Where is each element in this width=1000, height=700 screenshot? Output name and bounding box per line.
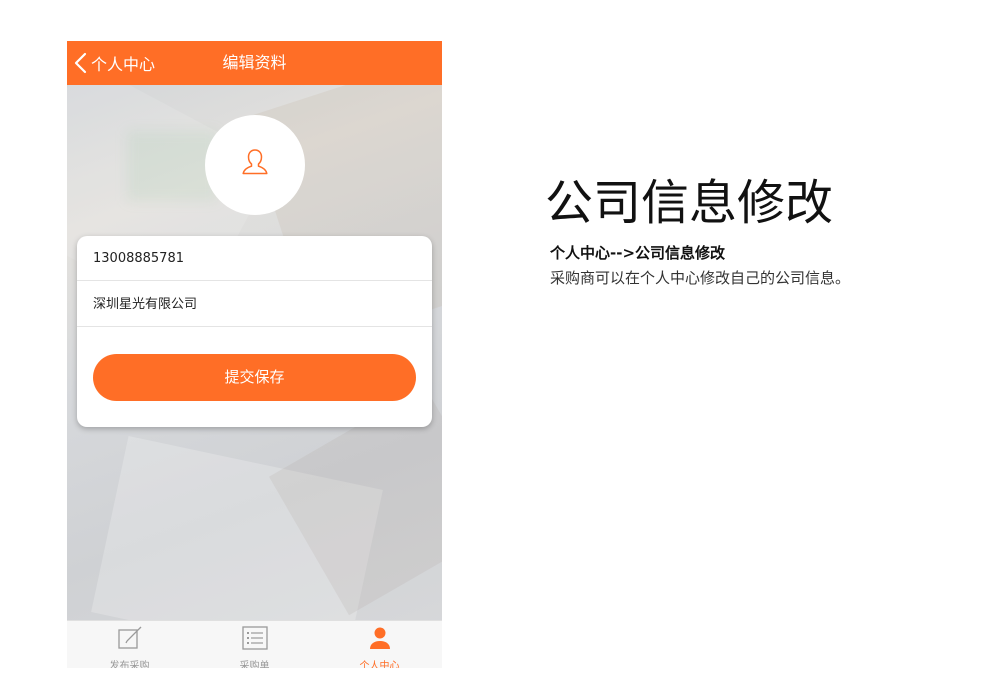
description-title: 公司信息修改: [545, 175, 834, 231]
back-button[interactable]: 个人中心: [73, 41, 155, 85]
company-info-form: 13008885781 深圳星光有限公司 提交保存: [77, 236, 432, 427]
user-filled-icon: [367, 626, 393, 654]
phone-screen: 个人中心 编辑资料 13008885781 深圳星光有限公司 提交保存 发布采购: [67, 41, 442, 668]
chevron-left-icon: [73, 52, 89, 74]
tab-purchase-list[interactable]: 采购单: [192, 621, 317, 668]
tab-label: 个人中心: [359, 661, 400, 668]
submit-save-button[interactable]: 提交保存: [93, 354, 416, 401]
tab-label: 采购单: [239, 661, 270, 668]
description-text: 采购商可以在个人中心修改自己的公司信息。: [550, 269, 851, 287]
feature-description: 公司信息修改 个人中心-->公司信息修改 采购商可以在个人中心修改自己的公司信息…: [545, 174, 965, 288]
tab-publish-purchase[interactable]: 发布采购: [67, 621, 192, 668]
list-icon: [241, 626, 268, 654]
top-navigation-bar: 个人中心 编辑资料: [67, 41, 442, 85]
background-blur: [127, 131, 217, 201]
tab-label: 发布采购: [109, 661, 150, 668]
description-breadcrumb: 个人中心-->公司信息修改: [550, 244, 726, 262]
phone-field[interactable]: 13008885781: [77, 236, 432, 281]
edit-icon: [117, 626, 143, 654]
avatar[interactable]: [205, 115, 305, 215]
bottom-tab-bar: 发布采购 采购单 个人中心: [67, 620, 442, 668]
company-name-field[interactable]: 深圳星光有限公司: [77, 282, 432, 327]
user-outline-icon: [239, 147, 271, 183]
tab-personal-center[interactable]: 个人中心: [317, 621, 442, 668]
back-button-label: 个人中心: [91, 55, 156, 74]
